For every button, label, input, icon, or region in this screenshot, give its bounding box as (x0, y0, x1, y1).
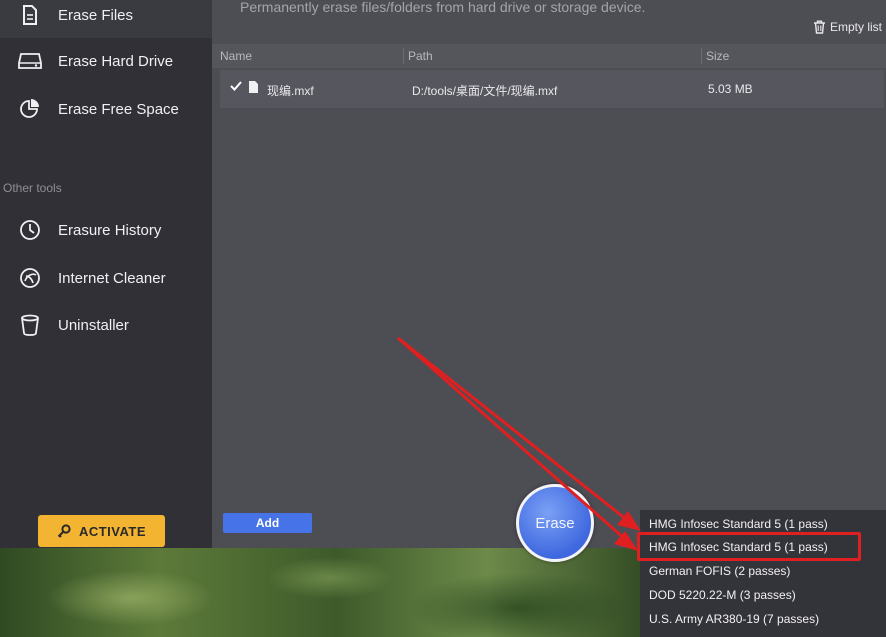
sidebar-item-label: Erase Free Space (58, 100, 179, 118)
activate-label: ACTIVATE (78, 523, 147, 539)
sidebar-item-erasure-history[interactable]: Erasure History (18, 215, 161, 245)
file-icon (248, 80, 259, 97)
annotation-highlight-box (637, 532, 861, 561)
sidebar-item-label: Uninstaller (58, 316, 129, 334)
key-icon (57, 524, 71, 538)
sidebar-item-label: Erasure History (58, 221, 162, 239)
erase-method-option[interactable]: HMG Infosec Standard 5 (1 pass) (649, 517, 828, 531)
sidebar-item-uninstaller[interactable]: Uninstaller (18, 310, 129, 340)
pie-chart-icon (18, 97, 42, 121)
column-header-path[interactable]: Path (408, 49, 433, 63)
column-divider (403, 48, 404, 64)
table-row[interactable]: 现编.mxf D:/tools/桌面/文件/现编.mxf 5.03 MB (220, 70, 884, 108)
file-path-cell: D:/tools/桌面/文件/现编.mxf (412, 84, 558, 98)
column-divider (701, 48, 702, 64)
erase-method-option[interactable]: DOD 5220.22-M (3 passes) (649, 588, 796, 602)
file-size-cell: 5.03 MB (708, 82, 753, 96)
trash-bin-icon (18, 313, 42, 337)
file-name-cell: 现编.mxf (267, 84, 314, 98)
clock-icon (18, 218, 42, 242)
sidebar-item-erase-hard-drive[interactable]: Erase Hard Drive (18, 46, 173, 76)
add-button[interactable]: Add (223, 513, 312, 533)
erase-button[interactable]: Erase (516, 484, 594, 562)
table-header: Name Path Size (212, 44, 886, 68)
sidebar-item-label: Erase Files (58, 6, 134, 24)
section-label-other-tools: Other tools (3, 181, 62, 195)
sidebar-item-erase-free-space[interactable]: Erase Free Space (18, 94, 179, 124)
checkbox-checked-icon[interactable] (230, 80, 242, 95)
browser-icon (18, 266, 42, 290)
hard-drive-icon (18, 49, 42, 73)
empty-list-button[interactable]: Empty list (813, 20, 882, 34)
sidebar-item-label: Erase Hard Drive (58, 52, 174, 70)
column-header-size[interactable]: Size (706, 49, 729, 63)
sidebar-item-erase-files[interactable]: Erase Files (18, 0, 133, 30)
page-subtitle: Permanently erase files/folders from har… (240, 0, 646, 15)
sidebar-item-label: Internet Cleaner (58, 269, 166, 287)
main-panel: Permanently erase files/folders from har… (212, 0, 886, 548)
erase-method-option[interactable]: U.S. Army AR380-19 (7 passes) (649, 612, 819, 626)
empty-list-label: Empty list (829, 20, 882, 34)
activate-button[interactable]: ACTIVATE (38, 515, 165, 547)
erase-method-option[interactable]: German FOFIS (2 passes) (649, 564, 790, 578)
column-header-name[interactable]: Name (220, 49, 252, 63)
erase-method-dropdown[interactable]: HMG Infosec Standard 5 (1 pass) HMG Info… (640, 510, 886, 637)
sidebar-item-internet-cleaner[interactable]: Internet Cleaner (18, 263, 166, 293)
file-icon (18, 3, 42, 27)
trash-icon (813, 20, 826, 34)
sidebar: Erase Files Erase Hard Drive Erase Free … (0, 0, 212, 548)
